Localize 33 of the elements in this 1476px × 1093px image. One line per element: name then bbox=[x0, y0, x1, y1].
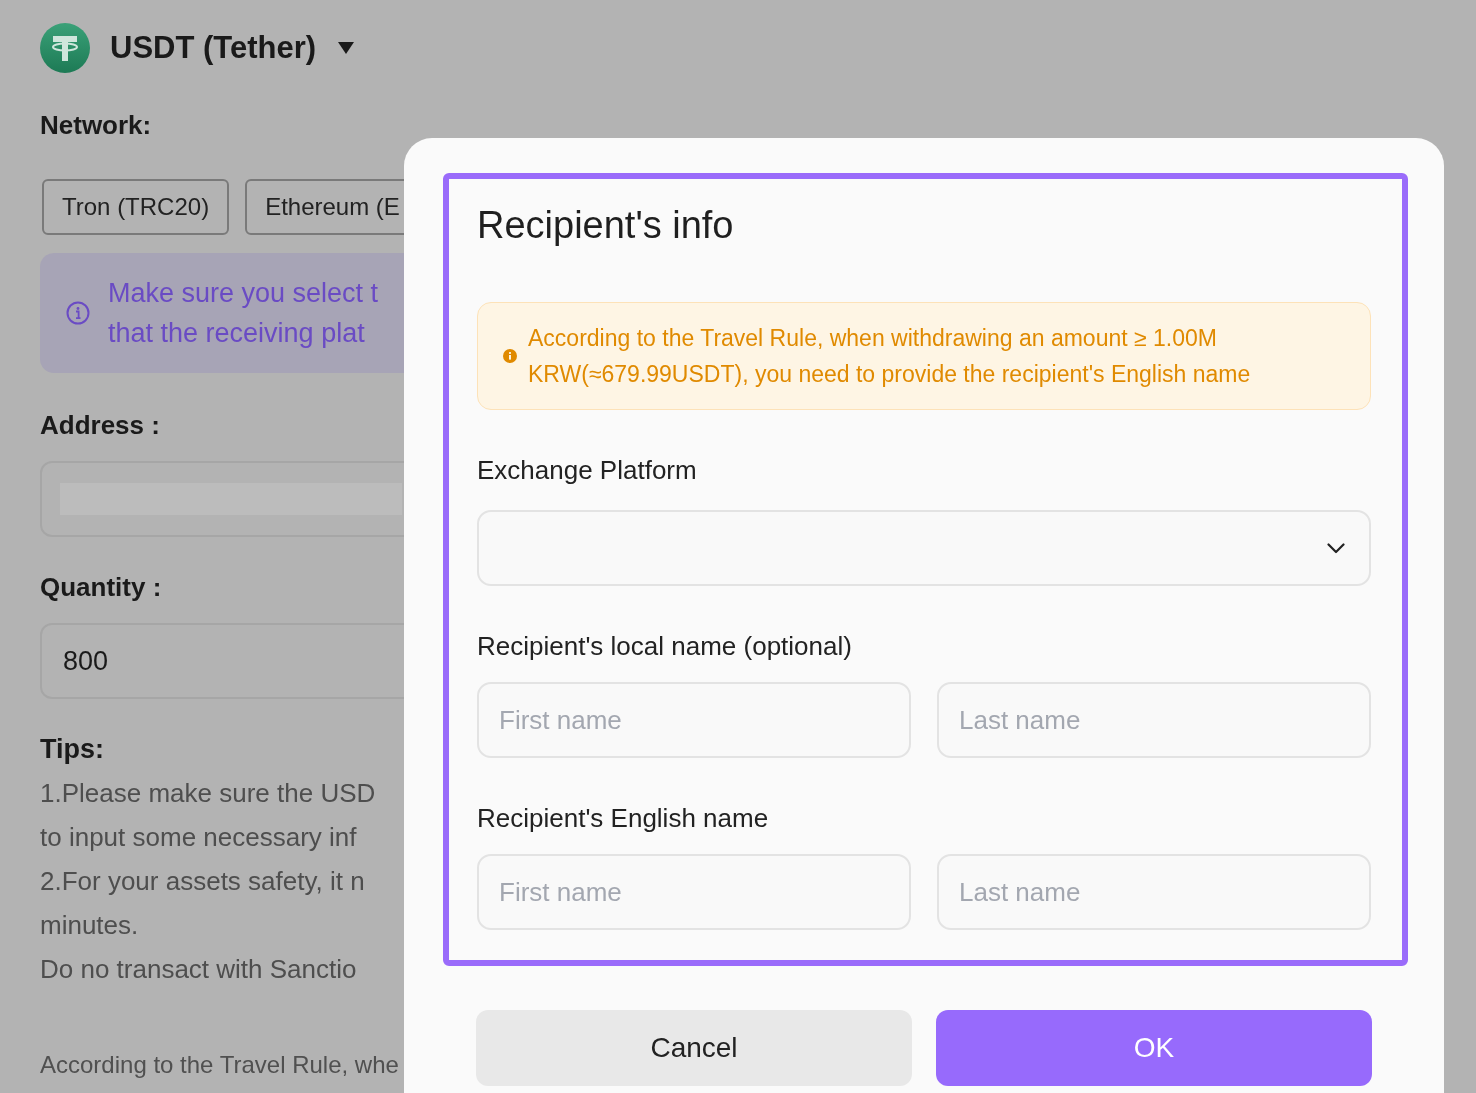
info-icon bbox=[66, 301, 90, 325]
notice-text: Make sure you select t bbox=[108, 277, 379, 310]
asset-name[interactable]: USDT (Tether) bbox=[110, 30, 317, 66]
quantity-field[interactable]: 800 bbox=[40, 623, 404, 699]
tether-logo-icon bbox=[40, 23, 90, 73]
last-name-field[interactable]: Last name bbox=[937, 854, 1371, 930]
tips-title: Tips: bbox=[40, 733, 104, 766]
address-label: Address : bbox=[40, 409, 160, 442]
notice-text: that the receiving plat bbox=[108, 317, 366, 350]
field-label: Exchange Platform bbox=[477, 454, 698, 487]
platform-select[interactable] bbox=[477, 510, 1371, 586]
network-label: Network: bbox=[40, 109, 152, 142]
address-field[interactable] bbox=[40, 461, 404, 537]
tip-text: Do no transact with Sanctio bbox=[40, 953, 358, 986]
tip-text: 1.Please make sure the USD bbox=[40, 777, 376, 810]
dialog-title: Recipient's info bbox=[477, 203, 735, 248]
warning-text: According to the Travel Rule, when withdrawing an amount ≥ 1.00M KRW(≈679.99USDT), you need to provide the recipient's English name bbox=[528, 324, 1252, 389]
footnote-text: According to the Travel Rule, whe bbox=[40, 1050, 399, 1080]
tip-text: 2.For your assets safety, it n bbox=[40, 865, 366, 898]
field-label: Recipient's local name (optional) bbox=[477, 630, 853, 663]
tip-text: to input some necessary inf bbox=[40, 821, 358, 854]
quantity-label: Quantity : bbox=[40, 571, 162, 604]
tip-text: minutes. bbox=[40, 909, 140, 942]
info-icon bbox=[503, 349, 517, 363]
chevron-down-icon bbox=[1327, 542, 1345, 554]
last-name-field[interactable]: Last name bbox=[937, 682, 1371, 758]
cancel-button[interactable]: Cancel bbox=[476, 1010, 912, 1086]
first-name-field[interactable]: First name bbox=[477, 682, 911, 758]
network-option[interactable]: Tron (TRC20) bbox=[42, 179, 230, 235]
caret-down-icon[interactable] bbox=[338, 42, 355, 54]
ok-button[interactable]: OK bbox=[936, 1010, 1372, 1086]
field-label: Recipient's English name bbox=[477, 802, 770, 835]
first-name-field[interactable]: First name bbox=[477, 854, 911, 930]
